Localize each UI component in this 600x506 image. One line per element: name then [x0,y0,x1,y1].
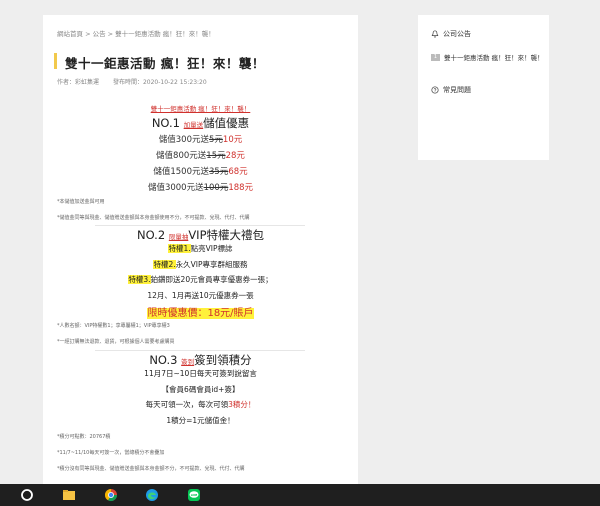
start-circle-icon[interactable] [20,488,34,502]
faq-heading[interactable]: 常見問題 [431,85,471,95]
divider [95,225,305,226]
announcement-item[interactable]: 1 雙十一鉅惠活動 瘋！狂！來！襲！ [431,52,544,62]
s3-line-3: 每天可領一次，每次可領3積分！ [145,400,256,409]
line-app-icon[interactable]: LINE [187,488,201,502]
divider [95,350,305,351]
question-circle-icon [431,86,439,94]
s2-note-1: *人數名額：VIP特權數1；享專屬權1；VIP專享權3 [57,323,170,329]
svg-text:LINE: LINE [191,493,198,497]
edge-icon[interactable] [145,488,159,502]
section3-heading: NO.3 簽到簽到領積分 [149,353,252,367]
announcements-heading[interactable]: 公司公告 [431,29,471,39]
page-title: 雙十一鉅惠活動 瘋！狂！來！襲！ [65,56,265,71]
s2-price: 限時優惠價：18元/賬戶 [147,308,254,319]
s2-perk-4: 12月、1月再送10元優惠券一張 [147,291,254,300]
taskbar: LINE [0,484,600,506]
s1-note-2: *儲值金同等與現金、儲值贈送金額與本身金額使用不分，不可提款、兌現、代付、代購 [57,215,250,221]
article-meta: 作者：彩虹集運 發布時間：2020-10-22 15:23:20 [57,77,219,86]
file-explorer-icon[interactable] [62,488,76,502]
s2-note-2: *一經訂購無法退款、退貨，可根據個人需要考慮購買 [57,339,175,345]
section2-heading: NO.2 限量抽VIP特權大禮包 [136,228,265,242]
author: 作者：彩虹集運 [57,79,100,86]
s3-note-2: *11/7~11/10每天可簽一次，當總積分不會疊加 [57,450,165,456]
s3-line-2: 【會員6碼會員id+簽】 [161,385,240,394]
s3-note-1: *積分可點數：20767積 [57,434,111,440]
s2-perk-3: 特權3.鉑鑽即送20元會員專享優惠券一張； [128,275,273,284]
s1-row-1: 儲值300元送5元10元 [158,135,243,145]
section1-heading: NO.1 加量送儲值優惠 [151,116,250,130]
article-panel: 網站首頁 > 公告 > 雙十一鉅惠活動 瘋！狂！來！襲！ 雙十一鉅惠活動 瘋！狂… [43,15,358,484]
breadcrumb[interactable]: 網站首頁 > 公告 > 雙十一鉅惠活動 瘋！狂！來！襲！ [57,28,215,38]
s1-note-1: *本儲值加送金與可用 [57,199,105,205]
chrome-icon[interactable] [104,488,118,502]
s1-row-2: 儲值800元送15元28元 [156,151,245,161]
title-accent-bar [54,53,57,69]
s1-row-3: 儲值1500元送35元68元 [153,167,248,177]
s2-perk-1: 特權1.點亮VIP標誌 [168,244,233,253]
sidebar: 公司公告 1 雙十一鉅惠活動 瘋！狂！來！襲！ 常見問題 [418,15,549,160]
s3-line-1: 11月7日~10日每天可簽到說留言 [144,369,257,378]
s3-note-3: *積分沒有同等與現金、儲值贈送金額與本身金額不分，不可提款、兌現、代付、代購 [57,466,245,472]
s1-row-4: 儲值3000元送100元188元 [147,183,254,193]
rank-badge: 1 [431,53,440,61]
bell-icon [431,30,439,38]
s3-line-4: 1積分=1元儲值金！ [166,416,235,425]
publish-time: 發布時間：2020-10-22 15:23:20 [112,79,207,86]
s2-perk-2: 特權2.永久VIP專享群組服務 [153,260,248,269]
promo-headline: 雙十一鉅惠活動 瘋！狂！來！襲！ [150,105,251,113]
